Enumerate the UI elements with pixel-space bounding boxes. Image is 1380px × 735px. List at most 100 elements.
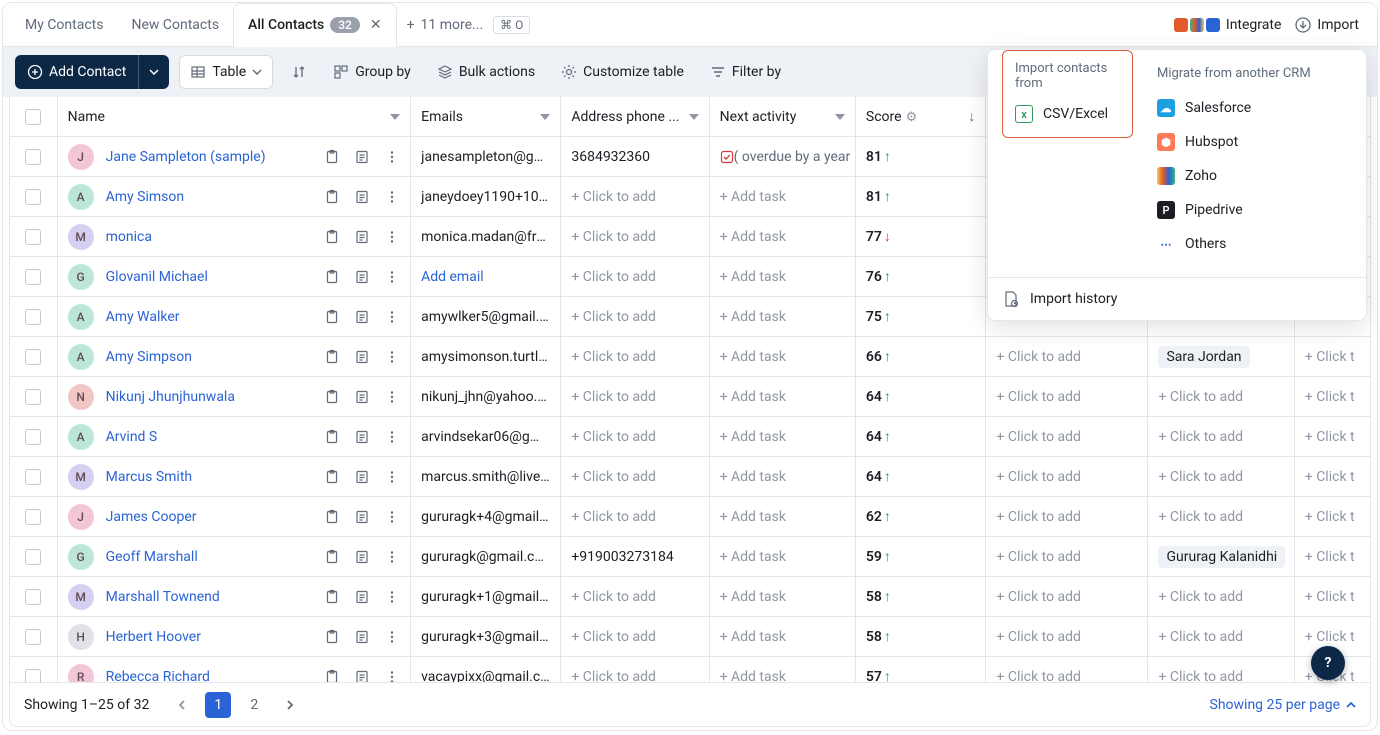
click-to-add-cell[interactable]: Click to add [996,349,1081,365]
kebab-icon[interactable] [384,349,400,365]
click-to-add-cell[interactable]: Click to add [996,589,1081,605]
row-checkbox[interactable] [25,429,41,445]
group-by-button[interactable]: Group by [325,55,419,89]
click-to-add-phone[interactable]: Click to add [571,469,656,485]
page-2-button[interactable]: 2 [241,692,267,718]
click-to-add-phone[interactable]: Click to add [571,309,656,325]
gear-icon[interactable]: ⚙ [906,110,918,125]
click-to-add-cell[interactable]: + Click t [1305,429,1355,445]
filter-button[interactable]: Filter by [702,55,789,89]
add-task-link[interactable]: Add task [720,589,786,605]
note-icon[interactable] [354,189,370,205]
tab-all-contacts[interactable]: All Contacts 32 ✕ [233,3,397,47]
add-task-link[interactable]: Add task [720,229,786,245]
kebab-icon[interactable] [384,189,400,205]
click-to-add-phone[interactable]: Click to add [571,269,656,285]
clipboard-icon[interactable] [324,269,340,285]
note-icon[interactable] [354,149,370,165]
sort-button[interactable] [283,55,315,89]
page-1-button[interactable]: 1 [205,692,231,718]
add-task-link[interactable]: Add task [720,429,786,445]
row-checkbox[interactable] [25,189,41,205]
contact-name-link[interactable]: James Cooper [106,509,197,525]
kebab-icon[interactable] [384,269,400,285]
kebab-icon[interactable] [384,389,400,405]
migrate-hubspot[interactable]: ⬢Hubspot [1143,125,1366,159]
click-to-add-cell[interactable]: Click to add [1158,469,1243,485]
tag-pill[interactable]: Gururag Kalanidhi [1158,546,1285,568]
add-contact-dropdown[interactable] [138,55,169,89]
add-task-link[interactable]: Add task [720,309,786,325]
row-checkbox[interactable] [25,349,41,365]
click-to-add-cell[interactable]: Click to add [996,389,1081,405]
click-to-add-cell[interactable]: Click to add [996,549,1081,565]
kebab-icon[interactable] [384,589,400,605]
add-task-link[interactable]: Add task [720,469,786,485]
add-task-link[interactable]: Add task [720,349,786,365]
note-icon[interactable] [354,389,370,405]
click-to-add-phone[interactable]: Click to add [571,229,656,245]
click-to-add-cell[interactable]: Click to add [996,629,1081,645]
note-icon[interactable] [354,309,370,325]
add-task-link[interactable]: Add task [720,189,786,205]
note-icon[interactable] [354,229,370,245]
clipboard-icon[interactable] [324,509,340,525]
contact-name-link[interactable]: monica [106,229,152,245]
click-to-add-cell[interactable]: Click to add [996,469,1081,485]
click-to-add-phone[interactable]: Click to add [571,509,656,525]
note-icon[interactable] [354,509,370,525]
kebab-icon[interactable] [384,509,400,525]
click-to-add-cell[interactable]: + Click t [1305,589,1355,605]
click-to-add-cell[interactable]: + Click t [1305,469,1355,485]
column-emails[interactable]: Emails [411,97,561,136]
contact-name-link[interactable]: Nikunj Jhunjhunwala [106,389,235,405]
migrate-others[interactable]: ⋯Others [1143,227,1366,261]
click-to-add-phone[interactable]: Click to add [571,389,656,405]
tag-pill[interactable]: Sara Jordan [1158,346,1249,368]
column-name[interactable]: Name [58,97,411,136]
clipboard-icon[interactable] [324,589,340,605]
clipboard-icon[interactable] [324,349,340,365]
clipboard-icon[interactable] [324,549,340,565]
row-checkbox[interactable] [25,549,41,565]
note-icon[interactable] [354,629,370,645]
contact-name-link[interactable]: Geoff Marshall [106,549,198,565]
contact-name-link[interactable]: Arvind S [106,429,158,445]
click-to-add-cell[interactable]: Click to add [996,509,1081,525]
contact-name-link[interactable]: Marshall Townend [106,589,220,605]
clipboard-icon[interactable] [324,429,340,445]
click-to-add-phone[interactable]: Click to add [571,629,656,645]
kebab-icon[interactable] [384,309,400,325]
bulk-actions-button[interactable]: Bulk actions [429,55,543,89]
add-task-link[interactable]: Add task [720,549,786,565]
clipboard-icon[interactable] [324,389,340,405]
kebab-icon[interactable] [384,629,400,645]
click-to-add-cell[interactable]: + Click t [1305,349,1355,365]
kebab-icon[interactable] [384,229,400,245]
kebab-icon[interactable] [384,469,400,485]
import-button[interactable]: Import [1295,17,1359,33]
click-to-add-cell[interactable]: Click to add [996,429,1081,445]
contact-name-link[interactable]: Marcus Smith [106,469,192,485]
contact-name-link[interactable]: Jane Sampleton (sample) [106,149,266,165]
row-checkbox[interactable] [25,589,41,605]
click-to-add-phone[interactable]: Click to add [571,189,656,205]
column-activity[interactable]: Next activity [710,97,856,136]
note-icon[interactable] [354,429,370,445]
click-to-add-cell[interactable]: + Click t [1305,389,1355,405]
note-icon[interactable] [354,549,370,565]
contact-name-link[interactable]: Glovanil Michael [106,269,208,285]
note-icon[interactable] [354,269,370,285]
row-checkbox[interactable] [25,389,41,405]
customize-table-button[interactable]: Customize table [553,55,692,89]
click-to-add-phone[interactable]: Click to add [571,589,656,605]
add-task-link[interactable]: Add task [720,509,786,525]
migrate-zoho[interactable]: Zoho [1143,159,1366,193]
kebab-icon[interactable] [384,429,400,445]
click-to-add-cell[interactable]: + Click t [1305,509,1355,525]
row-checkbox[interactable] [25,469,41,485]
clipboard-icon[interactable] [324,149,340,165]
kebab-icon[interactable] [384,149,400,165]
prev-page-button[interactable] [169,692,195,718]
contact-name-link[interactable]: Amy Simpson [106,349,192,365]
